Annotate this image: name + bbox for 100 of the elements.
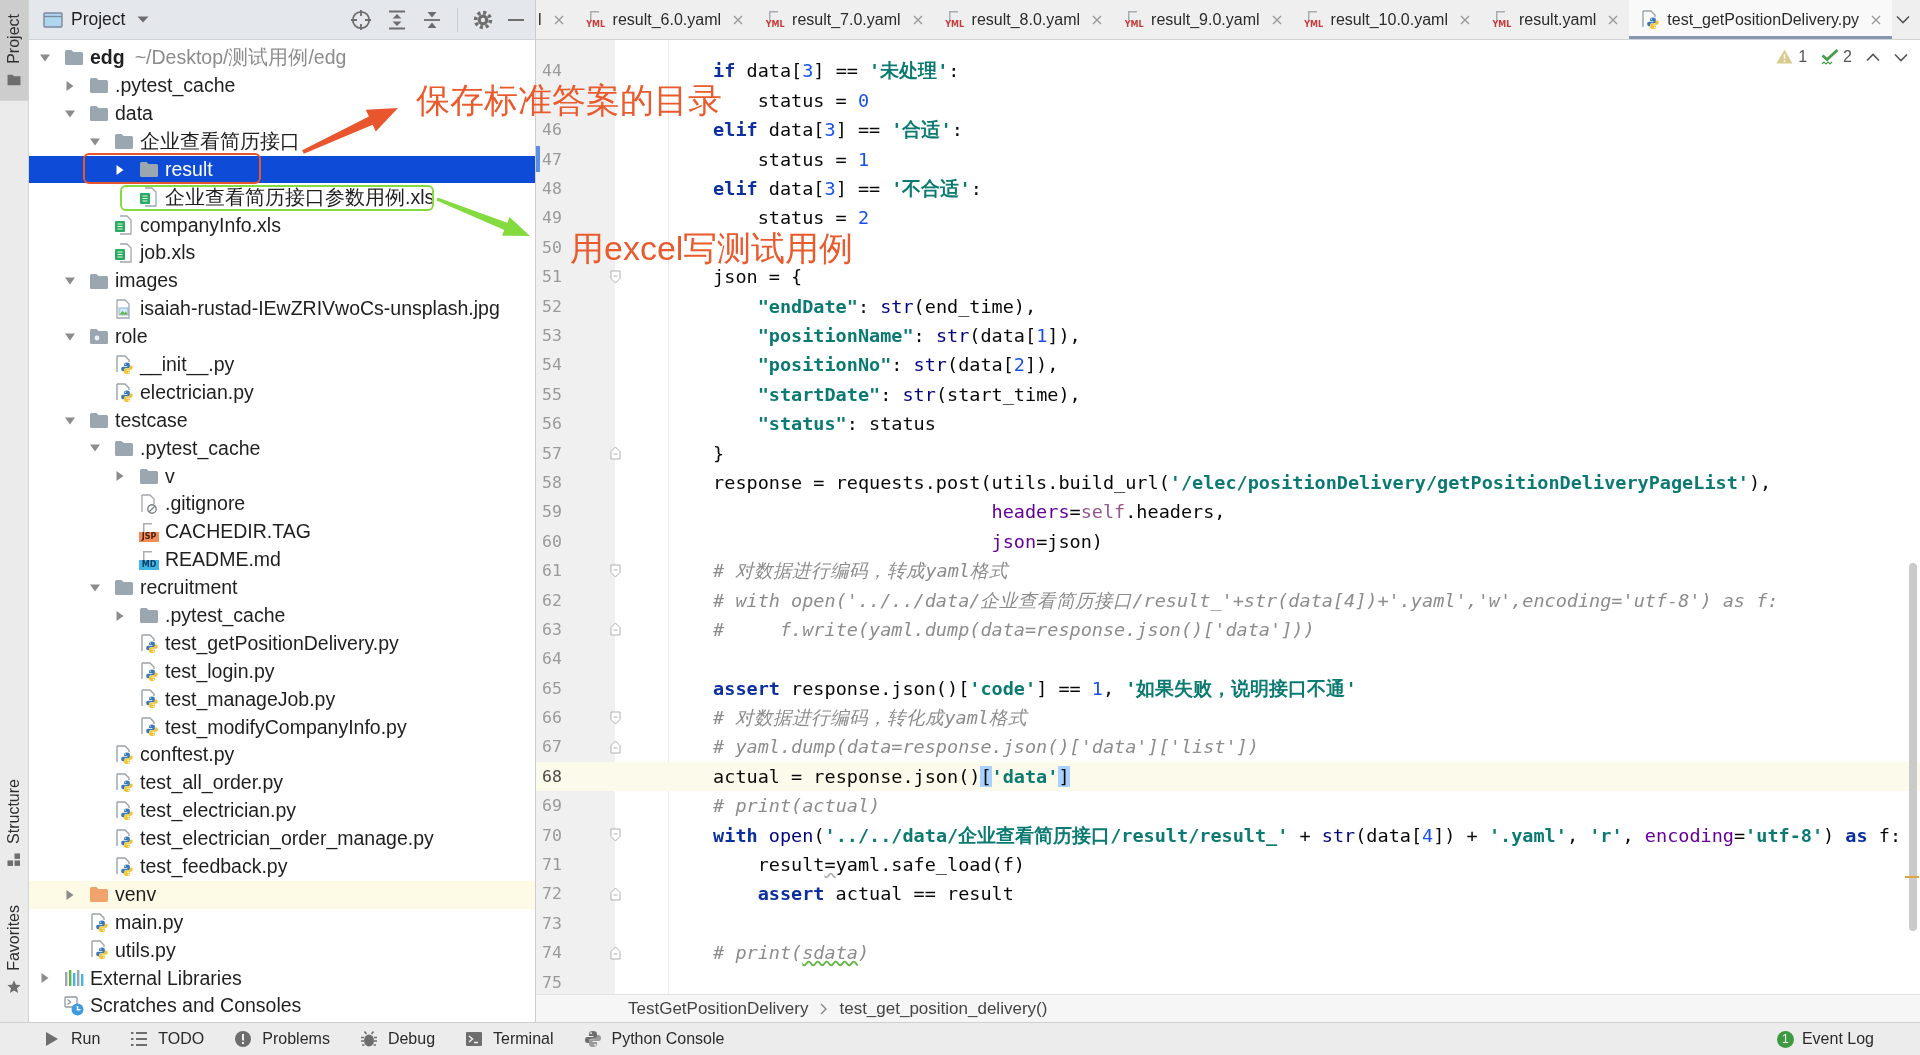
tree-item[interactable]: venv — [115, 884, 157, 905]
tree-item[interactable]: v — [165, 466, 175, 487]
tree-item[interactable]: test_modifyCompanyInfo.py — [165, 717, 407, 738]
tree-item[interactable]: Scratches and Consoles — [90, 996, 302, 1016]
tool-window-button[interactable]: TODO — [122, 1023, 213, 1055]
tool-window-button[interactable]: 1 Event Log — [1768, 1023, 1882, 1055]
close-icon[interactable] — [733, 14, 744, 25]
tree-item[interactable]: README.md — [165, 550, 281, 570]
tree-item[interactable]: .pytest_cache — [115, 76, 236, 96]
fold-marker-icon[interactable] — [609, 446, 621, 461]
tool-window-button[interactable]: Run — [35, 1023, 109, 1055]
tree-item[interactable]: result — [165, 159, 213, 180]
tree-item[interactable]: test_electrician_order_manage.py — [140, 829, 434, 849]
file-type-badge: YML — [1124, 9, 1145, 30]
editor-tab[interactable]: YML result_9.0.yaml — [1113, 0, 1293, 39]
settings-icon[interactable] — [473, 9, 493, 30]
tree-item[interactable]: recruitment — [140, 578, 238, 598]
tree-item[interactable]: test_manageJob.py — [165, 689, 336, 710]
code-line: # 对数据进行编码，转成yaml格式 — [713, 560, 1008, 582]
tree-item[interactable]: 企业查看简历接口 — [140, 131, 300, 152]
editor-tab[interactable]: YML result_7.0.yaml — [754, 0, 934, 39]
editor-tab[interactable]: YML result_10.0.yaml — [1292, 0, 1481, 39]
fold-marker-icon[interactable] — [609, 886, 621, 901]
tree-item[interactable]: .gitignore — [165, 494, 246, 514]
line-number: 53 — [542, 326, 562, 345]
editor-tab[interactable]: YML result.yaml — [1480, 0, 1630, 39]
inspection-counter[interactable]: 2 — [1821, 48, 1852, 66]
editor-tab[interactable]: l — [536, 0, 575, 39]
close-icon[interactable] — [553, 14, 564, 25]
tree-item[interactable]: test_all_order.py — [140, 773, 284, 793]
file-type-badge: MD — [139, 549, 159, 570]
close-icon[interactable] — [1871, 14, 1882, 25]
tree-item[interactable]: CACHEDIR.TAG — [165, 522, 311, 542]
close-icon[interactable] — [1271, 14, 1282, 25]
tree-item[interactable]: testcase — [115, 410, 188, 431]
collapsed-arrow-icon[interactable] — [114, 609, 126, 622]
tree-item[interactable]: electrician.py — [140, 382, 254, 403]
close-icon[interactable] — [1608, 14, 1619, 25]
tree-item[interactable]: .pytest_cache — [165, 606, 286, 626]
tool-window-button[interactable]: Python Console — [575, 1023, 733, 1055]
tree-item[interactable]: test_login.py — [165, 661, 275, 682]
collapsed-arrow-icon[interactable] — [64, 888, 76, 901]
close-icon[interactable] — [1092, 14, 1103, 25]
line-number: 65 — [542, 678, 562, 698]
tool-window-tab[interactable]: Favorites — [0, 891, 28, 1008]
scrollbar[interactable] — [1909, 563, 1917, 931]
collapsed-arrow-icon[interactable] — [39, 972, 51, 985]
tree-item[interactable]: .pytest_cache — [140, 438, 261, 459]
close-icon[interactable] — [1459, 14, 1470, 25]
collapsed-arrow-icon[interactable] — [114, 163, 126, 176]
fold-marker-icon[interactable] — [609, 622, 621, 637]
tree-item[interactable]: conftest.py — [140, 745, 235, 765]
chevron-up-icon[interactable] — [1866, 52, 1880, 62]
fold-marker-icon[interactable] — [609, 828, 621, 843]
tree-item[interactable]: __init__.py — [140, 355, 235, 375]
tool-window-button[interactable]: Terminal — [457, 1023, 562, 1055]
collapsed-arrow-icon[interactable] — [114, 470, 126, 483]
tree-item[interactable]: main.py — [115, 912, 184, 933]
code-line: "positionNo": str(data[2]), — [757, 354, 1059, 376]
caret-icon — [137, 16, 150, 23]
tree-item[interactable]: images — [115, 271, 178, 291]
fold-marker-icon[interactable] — [609, 739, 621, 754]
inspection-counter[interactable]: 1 — [1776, 48, 1808, 66]
line-number: 59 — [542, 502, 562, 522]
breadcrumb-item[interactable]: TestGetPositionDelivery — [628, 998, 809, 1019]
view-selector-dropdown[interactable]: Project — [71, 9, 150, 30]
editor-tab[interactable]: test_getPositionDelivery.py — [1629, 0, 1893, 39]
fold-marker-icon[interactable] — [609, 945, 621, 960]
fold-marker-icon[interactable] — [609, 269, 621, 284]
tree-item[interactable]: companyInfo.xls — [140, 215, 281, 236]
tree-item[interactable]: test_getPositionDelivery.py — [165, 633, 399, 654]
check-icon — [1821, 49, 1840, 65]
tree-item[interactable]: role — [115, 327, 148, 347]
file-type-badge: YML — [944, 9, 965, 30]
tree-item[interactable]: job.xls — [140, 243, 196, 263]
code-line: with open('../../data/企业查看简历接口/result/result_' + str(data[4]) + '.yaml', 'r', encoding='utf-8') as f: — [713, 824, 1902, 846]
breadcrumb-item[interactable]: test_get_position_delivery() — [839, 998, 1048, 1019]
tree-item[interactable]: isaiah-rustad-IEwZRIVwoCs-unsplash.jpg — [140, 299, 500, 319]
tool-window-button[interactable]: Debug — [351, 1023, 444, 1055]
tool-window-tab[interactable]: Project — [0, 0, 28, 101]
tree-item[interactable]: utils.py — [115, 940, 176, 961]
chevron-down-icon[interactable] — [1896, 15, 1910, 24]
collapse-all-icon[interactable] — [422, 9, 442, 30]
editor-tab[interactable]: YML result_6.0.yaml — [574, 0, 755, 39]
code-line: # print(actual) — [713, 795, 881, 817]
tree-item[interactable]: test_feedback.py — [140, 857, 288, 877]
close-icon[interactable] — [912, 14, 923, 25]
tool-window-tab[interactable]: Structure — [0, 765, 28, 882]
chevron-down-icon[interactable] — [1894, 52, 1908, 62]
tool-window-button[interactable]: Problems — [226, 1023, 338, 1055]
tree-item[interactable]: External Libraries — [90, 968, 242, 989]
tree-item[interactable]: test_electrician.py — [140, 801, 297, 821]
collapsed-arrow-icon[interactable] — [64, 79, 76, 92]
fold-marker-icon[interactable] — [609, 710, 621, 725]
tree-item[interactable]: data — [115, 103, 153, 124]
expand-all-icon[interactable] — [387, 9, 407, 30]
fold-marker-icon[interactable] — [609, 563, 621, 578]
editor-tab[interactable]: YML result_8.0.yaml — [933, 0, 1114, 39]
tree-item[interactable]: edg — [90, 48, 125, 68]
crosshair-icon[interactable] — [350, 8, 372, 31]
